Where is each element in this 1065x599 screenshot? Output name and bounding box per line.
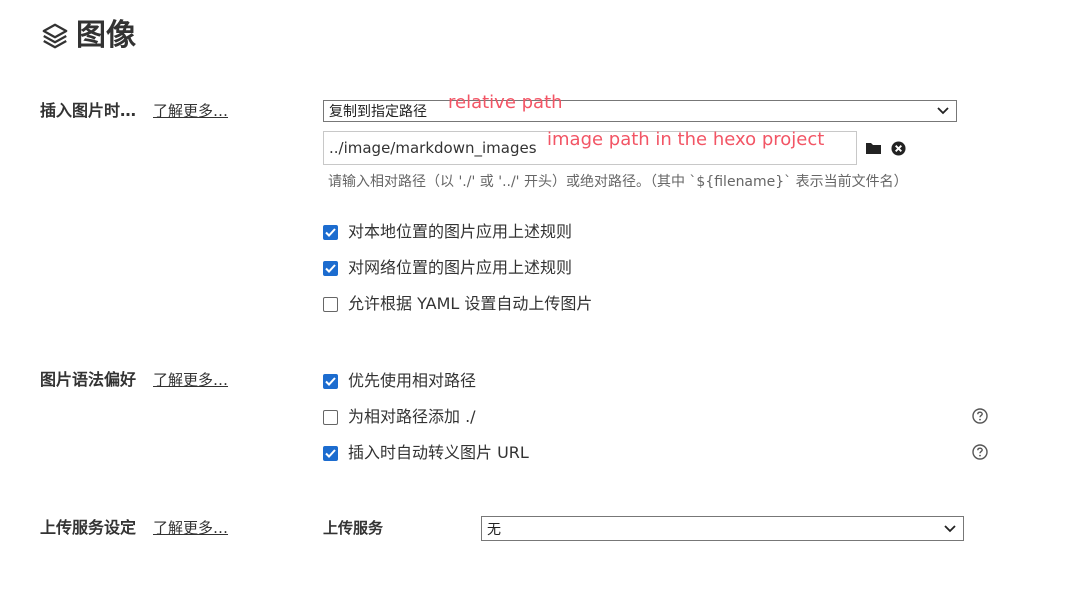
folder-icon[interactable] [865, 141, 882, 155]
help-icon[interactable] [972, 408, 988, 424]
option-yaml-upload[interactable]: 允许根据 YAML 设置自动上传图片 [323, 293, 592, 315]
image-path-value: ../image/markdown_images [329, 139, 537, 157]
option-label: 优先使用相对路径 [348, 371, 477, 390]
syntax-section-label: 图片语法偏好 [40, 370, 137, 389]
annotation-image-path: image path in the hexo project [547, 129, 825, 150]
insert-action-select[interactable]: 复制到指定路径 [323, 100, 957, 122]
option-local-images[interactable]: 对本地位置的图片应用上述规则 [323, 221, 572, 243]
checkbox-checked[interactable] [323, 445, 338, 461]
option-add-dot-slash[interactable]: 为相对路径添加 ./ [323, 406, 476, 428]
upload-learn-more-link[interactable]: 了解更多… [153, 517, 228, 539]
insert-section-label: 插入图片时… [40, 101, 137, 120]
chevron-down-icon [930, 107, 956, 115]
upload-service-label: 上传服务 [323, 519, 384, 537]
syntax-learn-more-link[interactable]: 了解更多… [153, 369, 228, 391]
page-header: 图像 [40, 14, 136, 58]
checkbox-checked[interactable] [323, 373, 338, 389]
layers-icon [42, 23, 68, 49]
option-label: 为相对路径添加 ./ [348, 407, 476, 426]
annotation-relative-path: relative path [448, 92, 563, 113]
option-label: 插入时自动转义图片 URL [348, 443, 529, 462]
path-hint: 请输入相对路径（以 './' 或 '../' 开头）或绝对路径。（其中 `${f… [328, 174, 908, 190]
checkbox-unchecked[interactable] [323, 296, 338, 312]
upload-service-select[interactable]: 无 [481, 516, 964, 541]
checkbox-checked[interactable] [323, 260, 338, 276]
option-label: 对网络位置的图片应用上述规则 [348, 258, 573, 277]
checkbox-unchecked[interactable] [323, 409, 338, 425]
checkbox-checked[interactable] [323, 224, 338, 240]
option-web-images[interactable]: 对网络位置的图片应用上述规则 [323, 257, 572, 279]
upload-section-label: 上传服务设定 [40, 518, 137, 537]
option-escape-url[interactable]: 插入时自动转义图片 URL [323, 442, 529, 464]
page-title: 图像 [76, 18, 136, 53]
upload-service-value: 无 [487, 521, 501, 538]
option-label: 对本地位置的图片应用上述规则 [348, 222, 573, 241]
option-prefer-relative[interactable]: 优先使用相对路径 [323, 370, 476, 392]
option-label: 允许根据 YAML 设置自动上传图片 [348, 294, 593, 313]
insert-action-value: 复制到指定路径 [329, 104, 427, 120]
chevron-down-icon [937, 524, 963, 533]
help-icon[interactable] [972, 444, 988, 460]
clear-icon[interactable] [891, 141, 906, 156]
insert-learn-more-link[interactable]: 了解更多… [153, 100, 228, 122]
